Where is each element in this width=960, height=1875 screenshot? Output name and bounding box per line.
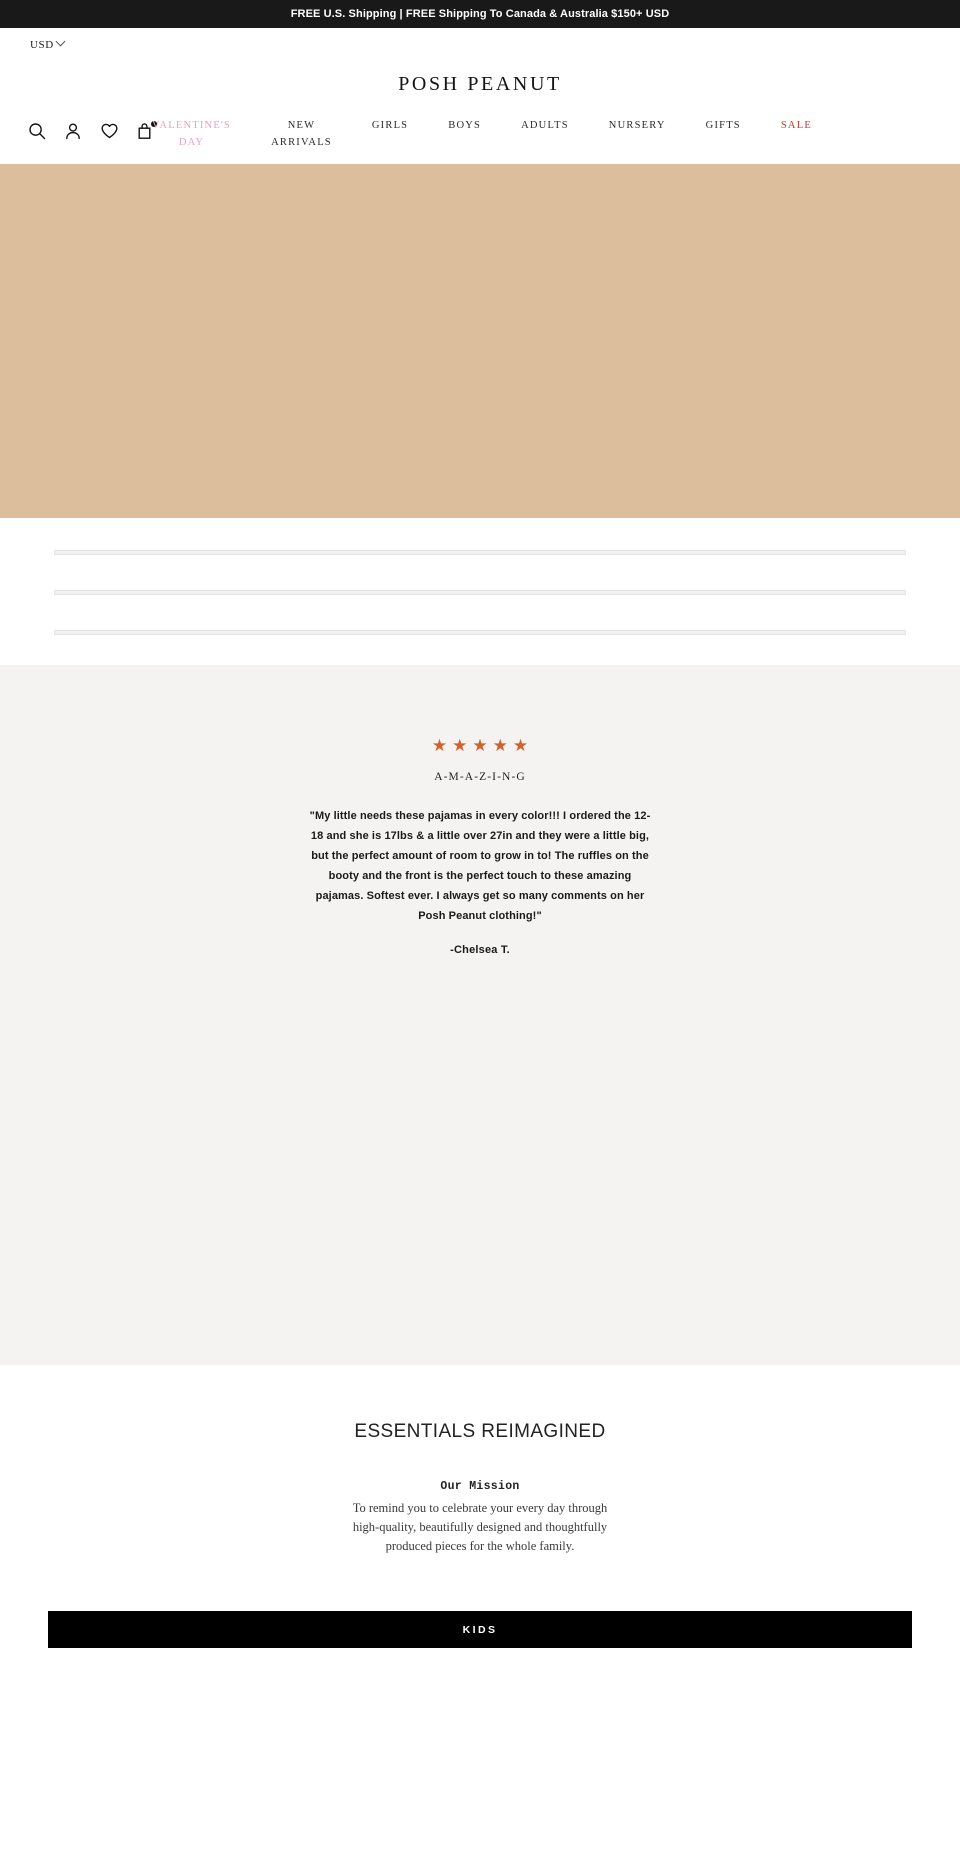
page-title: ESSENTIALS REIMAGINED: [354, 1421, 606, 1442]
testimonial-author: -Chelsea T.: [450, 944, 510, 956]
nav-item-nursery[interactable]: NURSERY: [609, 117, 666, 134]
testimonial-section: ★ ★ ★ ★ ★ A-M-A-Z-I-N-G "My little needs…: [0, 665, 960, 1365]
utility-bar: USD: [0, 28, 960, 62]
nav-item-girls[interactable]: GIRLS: [372, 117, 408, 134]
nav-item-sale[interactable]: SALE: [781, 117, 812, 134]
nav-item-gifts[interactable]: GIFTS: [706, 117, 741, 134]
announcement-bar: FREE U.S. Shipping | FREE Shipping To Ca…: [0, 0, 960, 28]
mission-text: To remind you to celebrate your every da…: [352, 1501, 608, 1553]
nav-item-boys[interactable]: BOYS: [448, 117, 481, 134]
skeleton-line: [54, 550, 906, 555]
search-icon[interactable]: [26, 120, 48, 142]
site-logo[interactable]: POSH PEANUT: [398, 73, 562, 96]
wishlist-heart-icon[interactable]: [98, 120, 120, 142]
main-navigation: VALENTINE'S DAY NEW ARRIVALS GIRLS BOYS …: [152, 117, 946, 151]
star-icon: ★: [512, 736, 529, 755]
star-icon: ★: [452, 736, 468, 755]
star-rating: ★ ★ ★ ★ ★: [0, 737, 960, 754]
star-icon: ★: [492, 736, 508, 755]
kids-button[interactable]: KIDS: [48, 1611, 912, 1648]
chevron-down-icon: [55, 36, 66, 47]
star-icon: ★: [472, 736, 488, 755]
currency-label: USD: [30, 39, 54, 51]
announcement-text: FREE U.S. Shipping | FREE Shipping To Ca…: [290, 8, 670, 20]
nav-item-new-arrivals[interactable]: NEW ARRIVALS: [271, 117, 332, 151]
logo-container: POSH PEANUT: [0, 62, 960, 106]
cta-container: KIDS: [0, 1556, 960, 1648]
star-icon: ★: [431, 736, 448, 755]
header-icon-group: [26, 120, 157, 142]
nav-item-valentines-day[interactable]: VALENTINE'S DAY: [152, 117, 231, 151]
header-row: VALENTINE'S DAY NEW ARRIVALS GIRLS BOYS …: [0, 106, 960, 164]
testimonial-title: A-M-A-Z-I-N-G: [434, 771, 526, 783]
skeleton-line: [54, 630, 906, 635]
nav-item-adults[interactable]: ADULTS: [521, 117, 569, 134]
hero-banner-placeholder[interactable]: [0, 164, 960, 518]
testimonial-body: "My little needs these pajamas in every …: [309, 810, 651, 922]
mission-label: Our Mission: [440, 1480, 520, 1493]
currency-selector[interactable]: USD: [30, 36, 66, 51]
skeleton-placeholder-area: [0, 518, 960, 665]
account-icon[interactable]: [62, 120, 84, 142]
essentials-section: ESSENTIALS REIMAGINED Our Mission To rem…: [0, 1365, 960, 1648]
skeleton-line: [54, 590, 906, 595]
